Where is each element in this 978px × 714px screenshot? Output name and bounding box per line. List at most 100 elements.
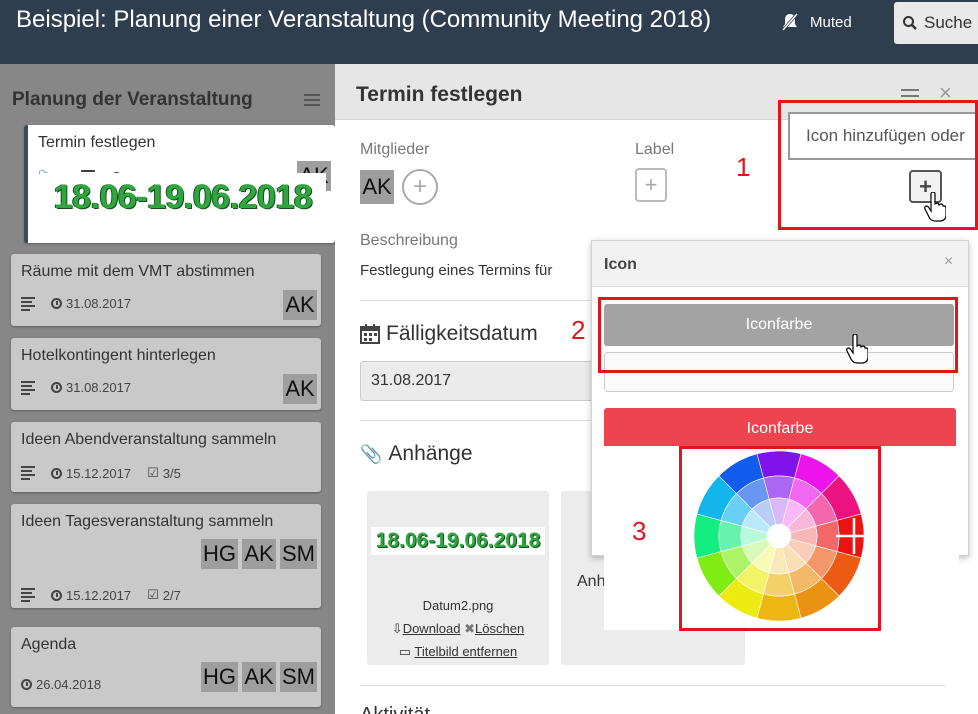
avatar[interactable]: AK	[242, 539, 276, 569]
label-label: Label	[635, 141, 675, 158]
list-column: Planung der Veranstaltung Termin festleg…	[0, 64, 335, 714]
avatar[interactable]: AK	[360, 170, 394, 204]
add-label-button[interactable]: +	[635, 168, 667, 202]
download-icon: ⇩	[391, 621, 403, 636]
card-members: HG AK SM	[201, 662, 317, 692]
card-date: 31.08.2017	[66, 380, 132, 395]
card-ideen-abend[interactable]: Ideen Abendveranstaltung sammeln 15.12.2…	[11, 422, 321, 492]
avatar[interactable]: AK	[242, 662, 276, 692]
checklist-icon: ☑	[147, 587, 159, 602]
clock-icon	[51, 467, 62, 479]
card-members: AK	[283, 290, 317, 320]
search-label: Suche	[924, 13, 973, 32]
avatar[interactable]: HG	[201, 539, 238, 569]
description-text[interactable]: Festlegung eines Termins für	[360, 262, 552, 279]
attachment-thumbnail[interactable]: 18.06-19.06.2018	[371, 527, 545, 555]
popup-close-icon[interactable]: ×	[944, 253, 953, 271]
paperclip-icon: 📎	[360, 443, 383, 464]
card-members: HG AK SM	[201, 539, 317, 569]
attachment-tile: 18.06-19.06.2018 Datum2.png ⇩Download ✖L…	[367, 491, 549, 665]
delete-icon: ✖	[464, 621, 476, 636]
attachments-heading: 📎 Anhänge	[360, 442, 473, 466]
description-icon	[21, 466, 35, 480]
checklist-count: 2/7	[162, 587, 181, 603]
card-meta: 15.12.2017 ☑ 3/5	[21, 465, 181, 481]
avatar[interactable]: AK	[283, 290, 317, 320]
card-hotelkontingent[interactable]: Hotelkontingent hinterlegen 31.08.2017 A…	[11, 338, 321, 410]
highlight-box-2	[598, 297, 958, 373]
annotation-number-2: 2	[571, 315, 586, 345]
muted-toggle[interactable]: Muted	[780, 12, 852, 32]
clock-icon	[21, 679, 32, 690]
calendar-icon	[360, 324, 380, 344]
card-meta: 31.08.2017	[21, 296, 131, 311]
cover-actions: ▭ Titelbild entfernen	[367, 644, 549, 660]
description-icon	[21, 296, 35, 311]
card-raeume-abstimmen[interactable]: Räume mit dem VMT abstimmen 31.08.2017 A…	[11, 254, 321, 326]
checklist-icon: ☑	[147, 465, 159, 480]
search-icon	[903, 16, 917, 30]
highlight-box-3	[679, 446, 881, 631]
annotation-number-3: 3	[632, 516, 647, 546]
attachment-filename: Datum2.png	[422, 598, 494, 613]
delete-link[interactable]: Löschen	[475, 621, 524, 636]
clock-icon	[51, 382, 62, 393]
avatar[interactable]: SM	[280, 662, 317, 692]
popup-header: Icon ×	[592, 241, 968, 287]
detail-title[interactable]: Termin festlegen	[356, 83, 522, 107]
annotation-number-1: 1	[736, 152, 751, 182]
card-date: 15.12.2017	[66, 587, 132, 603]
card-meta: 26.04.2018	[21, 677, 101, 692]
members-label: Mitglieder	[360, 141, 430, 158]
divider	[360, 420, 600, 421]
top-bar: Beispiel: Planung einer Veranstaltung (C…	[0, 0, 978, 64]
card-termin-festlegen[interactable]: Termin festlegen 📎 1 31.08.2017 AK 18.06…	[24, 125, 335, 243]
card-date: 31.08.2017	[66, 296, 132, 311]
clock-icon	[51, 589, 62, 601]
highlight-box-1	[778, 100, 978, 230]
card-title: Agenda	[21, 636, 77, 653]
due-date-heading: Fälligkeitsdatum	[360, 322, 538, 346]
card-ideen-tag[interactable]: Ideen Tagesveranstaltung sammeln HG AK S…	[11, 504, 321, 608]
card-meta: 15.12.2017 ☑ 2/7	[21, 587, 181, 603]
clock-icon	[51, 298, 62, 309]
due-date-label: Fälligkeitsdatum	[386, 322, 538, 345]
card-title: Räume mit dem VMT abstimmen	[21, 263, 255, 280]
card-title: Termin festlegen	[38, 134, 156, 151]
bell-muted-icon	[781, 13, 799, 31]
icon-color-button-active[interactable]: Iconfarbe	[604, 408, 956, 450]
description-icon	[21, 588, 35, 602]
card-title: Ideen Tagesveranstaltung sammeln	[21, 513, 274, 530]
avatar[interactable]: SM	[280, 539, 317, 569]
due-date-field[interactable]: 31.08.2017	[360, 361, 600, 401]
avatar[interactable]: AK	[283, 374, 317, 404]
card-title: Hotelkontingent hinterlegen	[21, 347, 216, 364]
divider	[360, 300, 600, 301]
attachments-label: Anhänge	[388, 442, 473, 465]
attachment-actions: ⇩Download ✖Löschen	[367, 621, 549, 637]
list-title: Planung der Veranstaltung	[12, 89, 253, 110]
divider	[360, 685, 946, 686]
description-icon	[21, 380, 35, 395]
board-title: Beispiel: Planung einer Veranstaltung (C…	[16, 6, 712, 33]
avatar[interactable]: HG	[201, 662, 238, 692]
muted-label: Muted	[810, 13, 852, 31]
search-button[interactable]: Suche	[894, 2, 978, 44]
card-date: 15.12.2017	[66, 465, 132, 481]
checklist-count: 3/5	[162, 465, 181, 481]
activity-heading: Aktivität	[360, 704, 430, 714]
monitor-icon: ▭	[398, 644, 412, 659]
attachment2-label[interactable]: Anh	[577, 573, 605, 591]
card-title: Ideen Abendveranstaltung sammeln	[21, 431, 277, 448]
card-meta: 31.08.2017	[21, 380, 131, 395]
list-menu-icon[interactable]	[304, 94, 320, 106]
card-date: 26.04.2018	[36, 677, 102, 692]
card-cover-image: 18.06-19.06.2018	[40, 173, 326, 221]
download-link[interactable]: Download	[403, 621, 461, 636]
card-agenda[interactable]: Agenda 26.04.2018 HG AK SM	[11, 627, 321, 707]
card-members: AK	[283, 374, 317, 404]
remove-cover-link[interactable]: Titelbild entfernen	[414, 644, 517, 659]
description-label: Beschreibung	[360, 232, 458, 249]
add-member-button[interactable]: +	[402, 169, 438, 205]
popup-title: Icon	[604, 256, 637, 273]
